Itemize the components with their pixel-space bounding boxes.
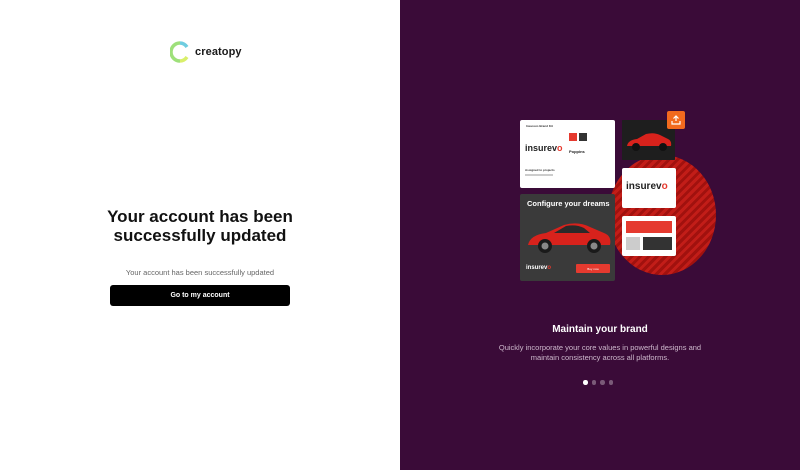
swatch-red <box>569 133 577 141</box>
brand-wordmark: insurevo <box>525 143 563 153</box>
carousel-dot-4[interactable] <box>608 380 613 385</box>
ad-card: Configure your dreams insurevo Buy now <box>520 194 615 281</box>
creatopy-logo[interactable]: creatopy <box>170 40 242 64</box>
carousel-dot-1[interactable] <box>583 380 588 385</box>
promo-panel: Insurevo Brand Kit insurevo Poppins Assi… <box>400 0 800 470</box>
ad-cta: Buy now <box>576 264 610 273</box>
auth-panel: creatopy Your account has been successfu… <box>0 0 400 470</box>
brand-kit-card: Insurevo Brand Kit insurevo Poppins Assi… <box>520 120 615 188</box>
swatch-dark <box>579 133 587 141</box>
carousel-dot-2[interactable] <box>591 380 596 385</box>
color-palette-card <box>622 216 676 256</box>
upload-icon <box>667 111 685 129</box>
slide-title: Maintain your brand <box>552 324 648 335</box>
ad-wordmark: insurevo <box>526 265 552 271</box>
brand-illustration: Insurevo Brand Kit insurevo Poppins Assi… <box>520 110 716 285</box>
go-to-account-button[interactable]: Go to my account <box>110 285 290 306</box>
slide-description: Quickly incorporate your core values in … <box>498 343 702 362</box>
carousel-dot-3[interactable] <box>600 380 605 385</box>
car-image <box>528 223 611 253</box>
carousel-dots <box>583 380 613 385</box>
logo-wordmark: creatopy <box>195 46 242 58</box>
logo-card: insurevo <box>622 168 676 208</box>
creatopy-logo-icon <box>170 41 189 63</box>
success-message: Your account has been successfully updat… <box>125 268 275 277</box>
page-title: Your account has been successfully updat… <box>107 207 293 245</box>
